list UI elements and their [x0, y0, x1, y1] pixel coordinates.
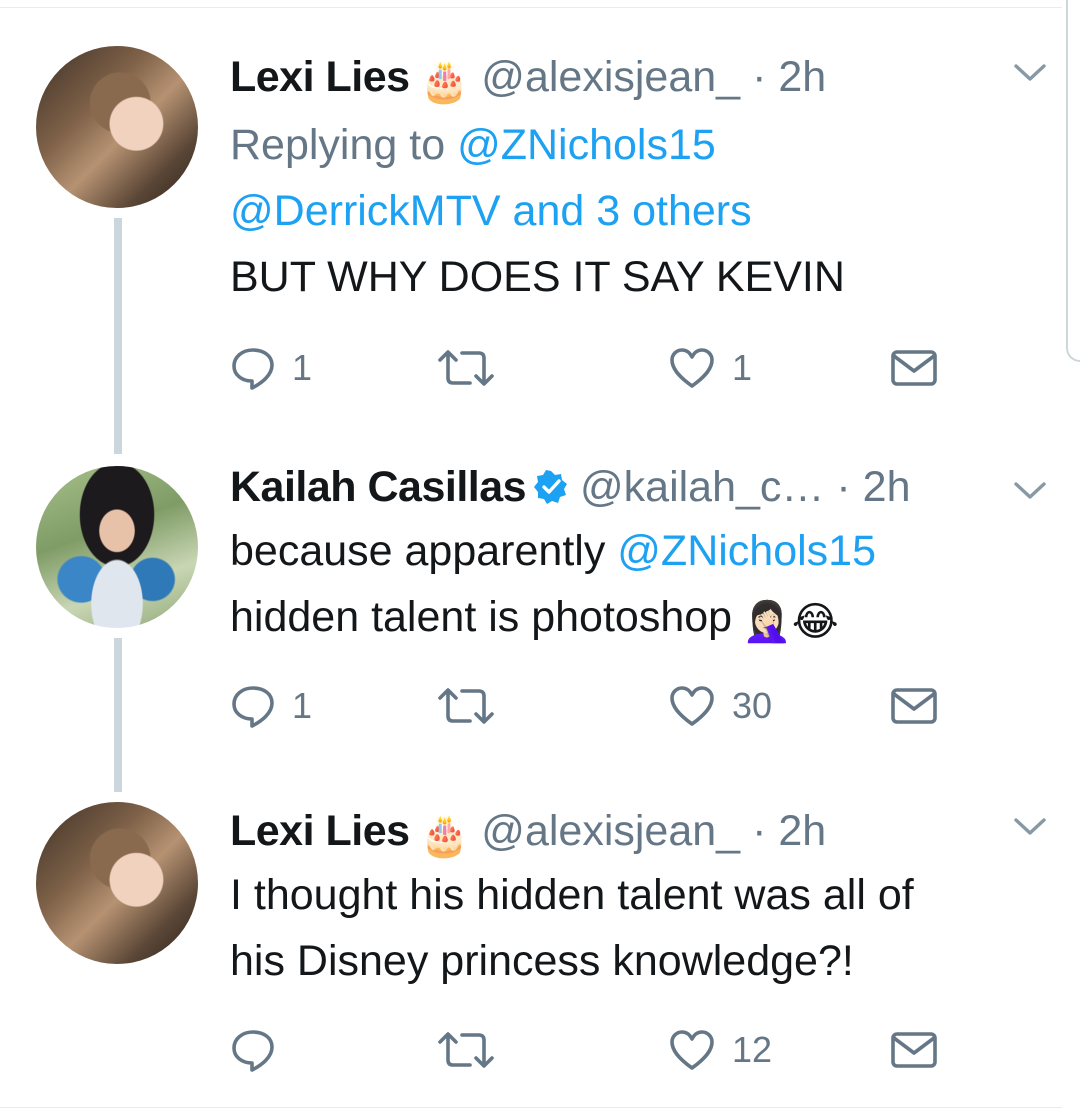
handle[interactable]: @alexisjean_ — [481, 53, 740, 101]
reply-button[interactable]: 1 — [230, 343, 312, 393]
reply-context: Replying to @ZNichols15 — [230, 112, 716, 178]
like-button[interactable]: 1 — [668, 343, 752, 393]
retweet-icon — [438, 688, 494, 724]
tweet-text: BUT WHY DOES IT SAY KEVIN — [230, 253, 845, 301]
timestamp[interactable]: 2h — [778, 53, 826, 101]
separator-dot: · — [752, 53, 767, 101]
reply-context: @DerrickMTV and 3 others — [230, 178, 752, 244]
tweet[interactable]: Lexi Lies 🎂 @alexisjean_ · 2h Replying to… — [0, 0, 1062, 440]
tweet-header: Kailah Casillas @kailah_c… · 2h — [230, 454, 911, 520]
tweet-text: because apparently — [230, 527, 618, 575]
others-link[interactable]: and 3 others — [501, 187, 752, 235]
tweet-actions: 1 30 — [230, 681, 960, 731]
tweet-header: Lexi Lies 🎂 @alexisjean_ · 2h — [230, 798, 826, 864]
direct-message-icon — [891, 1032, 937, 1068]
timestamp[interactable]: 2h — [863, 463, 911, 511]
like-count: 1 — [732, 347, 753, 388]
chevron-down-icon[interactable] — [1012, 60, 1048, 84]
like-icon — [670, 1030, 714, 1070]
replying-to-label: Replying to — [230, 121, 458, 169]
thread-connector — [114, 638, 122, 792]
scrollbar[interactable] — [1066, 0, 1080, 362]
direct-message-icon — [891, 350, 937, 386]
birthday-cake-icon: 🎂 — [419, 60, 470, 104]
retweet-button[interactable] — [436, 1025, 496, 1075]
tweet-actions: 1 1 — [230, 343, 960, 393]
direct-message-icon — [891, 688, 937, 724]
tweet-text: hidden talent is photoshop — [230, 593, 733, 641]
handle[interactable]: @alexisjean_ — [481, 807, 740, 855]
birthday-cake-icon: 🎂 — [419, 814, 470, 858]
like-button[interactable]: 30 — [668, 681, 772, 731]
retweet-icon — [438, 1032, 494, 1068]
display-name[interactable]: Lexi Lies — [230, 807, 410, 855]
avatar[interactable] — [36, 466, 198, 628]
tweet-text-line: because apparently @ZNichols15 — [230, 518, 876, 584]
tweet-text-line: hidden talent is photoshop 🤦🏻‍♀️😂 — [230, 584, 839, 650]
like-icon — [670, 686, 714, 726]
like-icon — [670, 348, 714, 388]
retweet-button[interactable] — [436, 343, 496, 393]
handle[interactable]: @kailah_c… — [580, 463, 824, 511]
chevron-down-icon[interactable] — [1012, 814, 1048, 838]
display-name[interactable]: Kailah Casillas — [230, 463, 527, 511]
tweet[interactable]: Lexi Lies 🎂 @alexisjean_ · 2h I thought h… — [0, 0, 1062, 1072]
timestamp[interactable]: 2h — [778, 807, 826, 855]
tweet-header: Lexi Lies 🎂 @alexisjean_ · 2h — [230, 44, 826, 110]
display-name[interactable]: Lexi Lies — [230, 53, 410, 101]
mention-link[interactable]: @ZNichols15 — [457, 121, 716, 169]
tweet-actions: 12 — [230, 1025, 960, 1075]
like-button[interactable]: 12 — [668, 1025, 772, 1075]
facepalm-laughing-emoji: 🤦🏻‍♀️😂 — [742, 600, 839, 644]
separator-dot: · — [836, 463, 851, 511]
verified-badge-icon — [534, 470, 568, 504]
retweet-button[interactable] — [436, 681, 496, 731]
chevron-down-icon[interactable] — [1012, 478, 1048, 502]
divider — [0, 1107, 1062, 1108]
mention-link[interactable]: @DerrickMTV — [230, 187, 501, 235]
direct-message-button[interactable] — [890, 1025, 938, 1075]
reply-count: 1 — [292, 347, 313, 388]
separator-dot: · — [752, 807, 767, 855]
tweet-thread: Lexi Lies 🎂 @alexisjean_ · 2h Replying to… — [0, 0, 1080, 1114]
reply-count: 1 — [292, 685, 313, 726]
reply-button[interactable] — [230, 1025, 292, 1075]
avatar[interactable] — [36, 46, 198, 208]
reply-icon — [232, 1030, 274, 1072]
direct-message-button[interactable] — [890, 343, 938, 393]
tweet-text: I thought his hidden talent was all of — [230, 871, 914, 919]
avatar[interactable] — [36, 802, 198, 964]
mention-link[interactable]: @ZNichols15 — [617, 527, 876, 575]
like-count: 12 — [732, 1029, 773, 1070]
reply-icon — [232, 686, 274, 728]
tweet-text: his Disney princess knowledge?! — [230, 937, 854, 985]
direct-message-button[interactable] — [890, 681, 938, 731]
reply-icon — [232, 348, 274, 390]
like-count: 30 — [732, 685, 773, 726]
retweet-icon — [438, 350, 494, 386]
reply-button[interactable]: 1 — [230, 681, 312, 731]
